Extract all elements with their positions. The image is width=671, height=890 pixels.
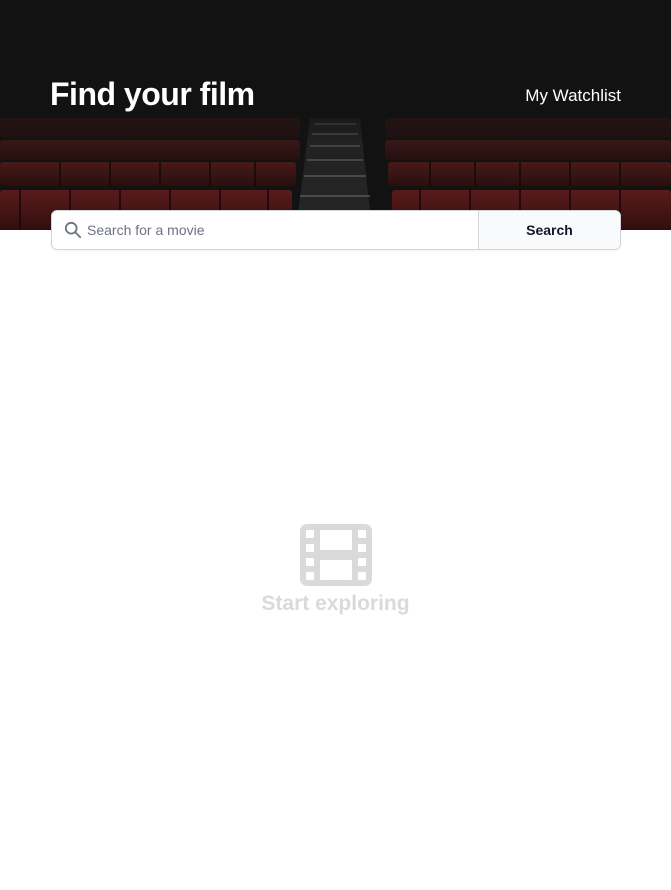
hero-overlay xyxy=(0,0,671,230)
page-title: Find your film xyxy=(50,76,255,112)
my-watchlist-link[interactable]: My Watchlist xyxy=(525,86,621,106)
search-field xyxy=(52,211,478,249)
film-icon xyxy=(299,524,372,586)
page: Find your film My Watchlist Search for a… xyxy=(0,0,671,890)
search-button[interactable]: Search xyxy=(478,211,620,249)
search-form: Search xyxy=(51,210,621,250)
empty-state: Start exploring xyxy=(0,524,671,616)
search-icon xyxy=(64,221,82,239)
hero-header: Find your film My Watchlist xyxy=(0,0,671,230)
empty-state-message: Start exploring xyxy=(261,592,410,615)
search-input[interactable] xyxy=(52,211,478,249)
